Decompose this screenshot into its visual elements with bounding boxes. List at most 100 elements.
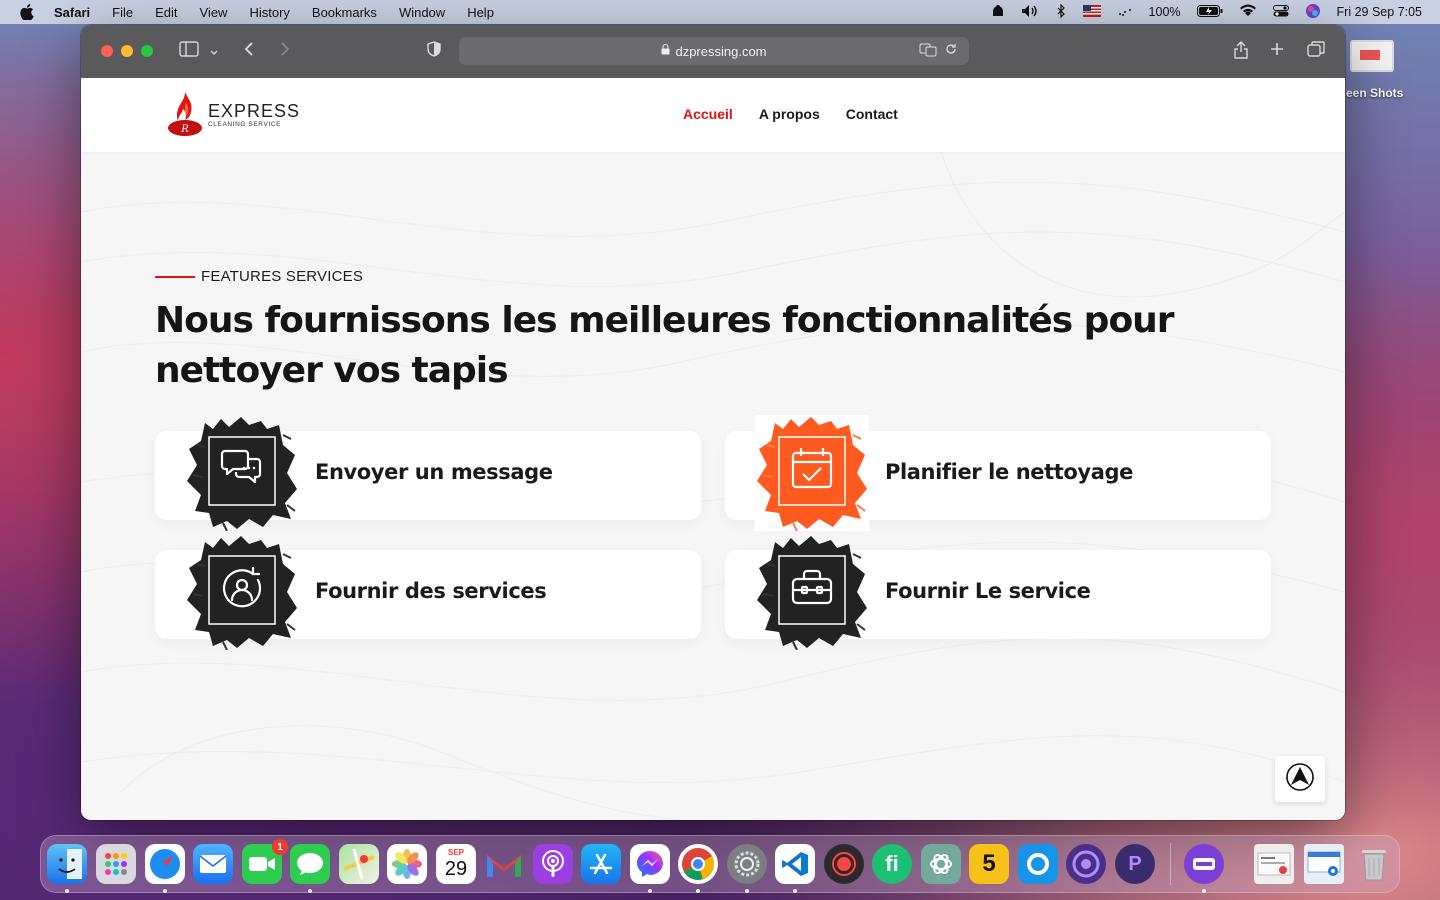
dock-running-indicator — [163, 889, 167, 893]
menu-bar: Safari File Edit View History Bookmarks … — [0, 0, 1440, 24]
card-title: Envoyer un message — [315, 460, 553, 484]
window-close-button[interactable] — [101, 45, 113, 57]
site-logo[interactable]: R EXPRESS CLEANING SERVICE — [167, 90, 300, 138]
dock-running-indicator — [745, 889, 749, 893]
dock-recent-window-icon[interactable] — [1254, 844, 1294, 884]
dock-messages-icon[interactable] — [290, 844, 330, 884]
menu-bookmarks[interactable]: Bookmarks — [312, 5, 377, 20]
scroll-to-top-button[interactable] — [1275, 756, 1325, 802]
dock-chrome-icon[interactable] — [678, 844, 718, 884]
us-flag-icon[interactable] — [1082, 4, 1101, 20]
dock-vscode-icon[interactable] — [775, 844, 815, 884]
flame-logo-icon: R — [167, 90, 203, 138]
feature-card-provide-services[interactable]: Fournir des services — [155, 536, 701, 651]
menu-edit[interactable]: Edit — [155, 5, 177, 20]
dock-storage-icon[interactable] — [1184, 844, 1224, 884]
desktop-screenshots-label[interactable]: een Shots — [1346, 86, 1403, 100]
translate-icon[interactable] — [919, 43, 937, 60]
dock-separator — [1170, 843, 1171, 885]
control-dots-icon[interactable] — [1117, 5, 1133, 20]
dock-fiverr-icon[interactable]: fi — [872, 844, 912, 884]
main-nav: Accueil A propos Contact — [683, 106, 898, 122]
facetime-badge: 1 — [272, 839, 288, 855]
arrow-up-icon — [1285, 762, 1315, 796]
dock-system-settings-icon[interactable] — [727, 844, 767, 884]
wifi-icon[interactable] — [1239, 4, 1257, 20]
dock-launchpad-icon[interactable] — [96, 844, 136, 884]
control-center-icon[interactable] — [1272, 4, 1289, 20]
svg-text:R: R — [180, 124, 189, 135]
dock-safari-icon[interactable] — [145, 844, 185, 884]
dock-app-store-icon[interactable] — [581, 844, 621, 884]
dock-finder-icon[interactable] — [47, 844, 87, 884]
tab-overview-icon[interactable] — [1307, 41, 1325, 62]
card-title: Fournir des services — [315, 579, 547, 603]
lock-icon — [661, 44, 670, 58]
volume-icon[interactable] — [1021, 4, 1039, 21]
menu-app-name[interactable]: Safari — [54, 5, 90, 20]
dock-maps-icon[interactable] — [339, 844, 379, 884]
dock-recorder-icon[interactable] — [824, 844, 864, 884]
section-tag-text: FEATURES SERVICES — [201, 268, 364, 285]
feature-card-provide-the-service[interactable]: Fournir Le service — [725, 536, 1271, 651]
menu-help[interactable]: Help — [467, 5, 494, 20]
dock-messenger-icon[interactable] — [630, 844, 670, 884]
dock-mail-icon[interactable] — [193, 844, 233, 884]
dock-plasticity-icon[interactable]: P — [1115, 844, 1155, 884]
user-refresh-icon — [183, 534, 301, 651]
address-bar[interactable]: dzpressing.com — [459, 37, 969, 65]
dock-proxyman-icon[interactable] — [1066, 844, 1106, 884]
dock-calendar-icon[interactable]: SEP 29 — [436, 844, 476, 884]
nav-a-propos[interactable]: A propos — [759, 106, 820, 122]
feature-card-send-message[interactable]: Envoyer un message — [155, 417, 701, 532]
apple-menu-icon[interactable] — [20, 4, 36, 20]
dock-gmail-icon[interactable] — [484, 844, 524, 884]
section-headline: Nous fournissons les meilleures fonction… — [155, 300, 1175, 391]
sidebar-toggle-icon[interactable] — [179, 41, 199, 62]
calendar-day: 29 — [444, 858, 468, 880]
dock-photos-icon[interactable] — [387, 844, 427, 884]
battery-icon[interactable] — [1196, 4, 1223, 20]
safari-window: dzpressing.com R EXPRESS CLEANING SERVIC… — [81, 25, 1345, 820]
siri-icon[interactable] — [1305, 3, 1321, 22]
dock-running-indicator — [1202, 889, 1206, 893]
dock-chatgpt-icon[interactable] — [921, 844, 961, 884]
reload-icon[interactable] — [945, 43, 957, 60]
menu-window[interactable]: Window — [399, 5, 445, 20]
card-title: Planifier le nettoyage — [885, 460, 1133, 484]
menubar-clock[interactable]: Fri 29 Sep 7:05 — [1337, 5, 1422, 19]
privacy-shield-icon[interactable] — [427, 41, 441, 62]
dock-running-indicator — [308, 889, 312, 893]
dock-running-indicator — [793, 889, 797, 893]
window-minimize-button[interactable] — [121, 45, 133, 57]
dock-running-indicator — [648, 889, 652, 893]
menu-file[interactable]: File — [112, 5, 133, 20]
menu-view[interactable]: View — [200, 5, 228, 20]
accessibility-icon[interactable] — [991, 4, 1005, 21]
dock-running-indicator — [65, 889, 69, 893]
dock-trash-icon[interactable] — [1354, 844, 1394, 884]
dock-five-icon[interactable]: 5 — [969, 844, 1009, 884]
dock-klokki-icon[interactable] — [1018, 844, 1058, 884]
desktop-screenshots-folder-icon[interactable] — [1350, 40, 1394, 72]
back-icon[interactable] — [243, 41, 255, 62]
menu-history[interactable]: History — [249, 5, 289, 20]
safari-toolbar: dzpressing.com — [81, 25, 1345, 78]
battery-percent[interactable]: 100% — [1149, 5, 1181, 19]
card-title: Fournir Le service — [885, 579, 1091, 603]
calendar-month: SEP — [447, 848, 464, 857]
dock-recent-document-icon[interactable] — [1304, 844, 1344, 884]
section-tag: FEATURES SERVICES — [155, 268, 363, 285]
forward-icon[interactable] — [279, 41, 291, 62]
dock-podcasts-icon[interactable] — [533, 844, 573, 884]
new-tab-icon[interactable] — [1270, 41, 1284, 61]
window-zoom-button[interactable] — [141, 45, 153, 57]
bluetooth-off-icon[interactable] — [1055, 3, 1067, 21]
nav-accueil[interactable]: Accueil — [683, 106, 733, 122]
sidebar-chevron-down-icon[interactable] — [209, 43, 219, 63]
dock-running-indicator — [696, 889, 700, 893]
share-icon[interactable] — [1234, 41, 1248, 64]
nav-contact[interactable]: Contact — [846, 106, 898, 122]
feature-card-schedule-cleaning[interactable]: Planifier le nettoyage — [725, 415, 1271, 532]
dock-facetime-icon[interactable]: 1 — [242, 839, 288, 884]
